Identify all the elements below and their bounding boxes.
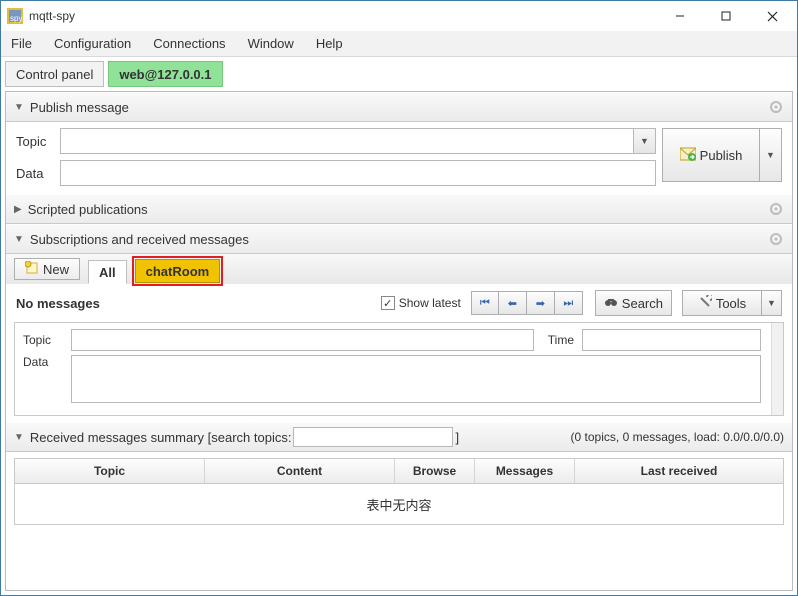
menu-connections[interactable]: Connections xyxy=(153,36,225,51)
message-details-panel: Topic Time Data xyxy=(14,322,784,416)
gear-icon[interactable] xyxy=(768,99,784,115)
summary-title-suffix: ] xyxy=(455,430,459,445)
publish-data-input[interactable] xyxy=(60,160,656,186)
chevron-down-icon: ▼ xyxy=(14,102,24,113)
col-last-received[interactable]: Last received xyxy=(575,459,783,483)
binoculars-icon xyxy=(604,296,618,311)
tab-control-panel[interactable]: Control panel xyxy=(5,61,104,87)
scrollbar[interactable] xyxy=(771,323,783,415)
gear-icon[interactable] xyxy=(768,201,784,217)
subscription-tab-chatroom[interactable]: chatRoom xyxy=(135,259,221,283)
chevron-down-icon: ▼ xyxy=(14,234,24,245)
section-subscriptions-header[interactable]: ▼ Subscriptions and received messages xyxy=(6,224,792,254)
nav-first-button[interactable]: ⏮ xyxy=(471,291,499,315)
col-content[interactable]: Content xyxy=(205,459,395,483)
chevron-down-icon: ▼ xyxy=(14,432,24,443)
section-scripted-title: Scripted publications xyxy=(28,202,768,217)
gear-icon[interactable] xyxy=(768,231,784,247)
svg-text:spy: spy xyxy=(10,14,22,23)
section-subscriptions-title: Subscriptions and received messages xyxy=(30,232,768,247)
menu-configuration[interactable]: Configuration xyxy=(54,36,131,51)
message-time-label: Time xyxy=(548,333,574,347)
message-data-label: Data xyxy=(23,355,63,369)
summary-stats: (0 topics, 0 messages, load: 0.0/0.0/0.0… xyxy=(571,430,784,444)
section-publish-header[interactable]: ▼ Publish message xyxy=(6,92,792,122)
chevron-right-icon: ▶ xyxy=(14,204,22,215)
envelope-icon xyxy=(680,147,696,164)
titlebar: spy mqtt-spy xyxy=(1,1,797,31)
summary-empty-text: 表中无内容 xyxy=(15,484,783,524)
minimize-button[interactable] xyxy=(657,2,703,30)
section-publish-title: Publish message xyxy=(30,100,768,115)
publish-topic-dropdown[interactable]: ▼ xyxy=(634,128,656,154)
tools-button-label: Tools xyxy=(716,296,746,311)
summary-table: Topic Content Browse Messages Last recei… xyxy=(14,458,784,525)
tab-connection[interactable]: web@127.0.0.1 xyxy=(108,61,222,87)
section-scripted-header[interactable]: ▶ Scripted publications xyxy=(6,194,792,224)
tools-button[interactable]: Tools xyxy=(682,290,762,316)
publish-topic-input[interactable] xyxy=(60,128,634,154)
app-icon: spy xyxy=(7,8,23,24)
menu-window[interactable]: Window xyxy=(248,36,294,51)
nav-prev-button[interactable]: ⬅ xyxy=(499,291,527,315)
nav-next-button[interactable]: ➡ xyxy=(527,291,555,315)
message-time-field[interactable] xyxy=(582,329,761,351)
menu-help[interactable]: Help xyxy=(316,36,343,51)
maximize-button[interactable] xyxy=(703,2,749,30)
message-topic-field[interactable] xyxy=(71,329,534,351)
no-messages-label: No messages xyxy=(16,296,100,311)
publish-data-label: Data xyxy=(16,166,60,181)
message-data-field[interactable] xyxy=(71,355,761,403)
message-topic-label: Topic xyxy=(23,333,63,347)
summary-title-prefix: Received messages summary [search topics… xyxy=(30,430,292,445)
subscription-tabstrip: New All chatRoom xyxy=(6,254,792,284)
section-summary-header[interactable]: ▼ Received messages summary [search topi… xyxy=(6,422,792,452)
search-button[interactable]: Search xyxy=(595,290,672,316)
main-tabstrip: Control panel web@127.0.0.1 xyxy=(5,61,793,87)
subscription-tab-all[interactable]: All xyxy=(88,260,127,284)
window-title: mqtt-spy xyxy=(29,9,657,23)
summary-table-header: Topic Content Browse Messages Last recei… xyxy=(15,459,783,484)
menubar: File Configuration Connections Window He… xyxy=(1,31,797,57)
new-subscription-button[interactable]: New xyxy=(14,258,80,280)
publish-button[interactable]: Publish xyxy=(662,128,760,182)
wrench-icon xyxy=(698,295,712,312)
col-messages[interactable]: Messages xyxy=(475,459,575,483)
close-button[interactable] xyxy=(749,2,795,30)
show-latest-checkbox[interactable]: ✓ Show latest xyxy=(381,296,461,310)
publish-topic-label: Topic xyxy=(16,134,60,149)
new-note-icon xyxy=(25,261,39,278)
search-button-label: Search xyxy=(622,296,663,311)
new-subscription-label: New xyxy=(43,262,69,277)
show-latest-label: Show latest xyxy=(399,296,461,310)
col-browse[interactable]: Browse xyxy=(395,459,475,483)
summary-search-input[interactable] xyxy=(293,427,453,447)
publish-button-caret[interactable]: ▼ xyxy=(760,128,782,182)
col-topic[interactable]: Topic xyxy=(15,459,205,483)
tools-button-caret[interactable]: ▼ xyxy=(762,290,782,316)
checkbox-icon: ✓ xyxy=(381,296,395,310)
nav-last-button[interactable]: ⏭ xyxy=(555,291,583,315)
menu-file[interactable]: File xyxy=(11,36,32,51)
publish-button-label: Publish xyxy=(700,148,743,163)
